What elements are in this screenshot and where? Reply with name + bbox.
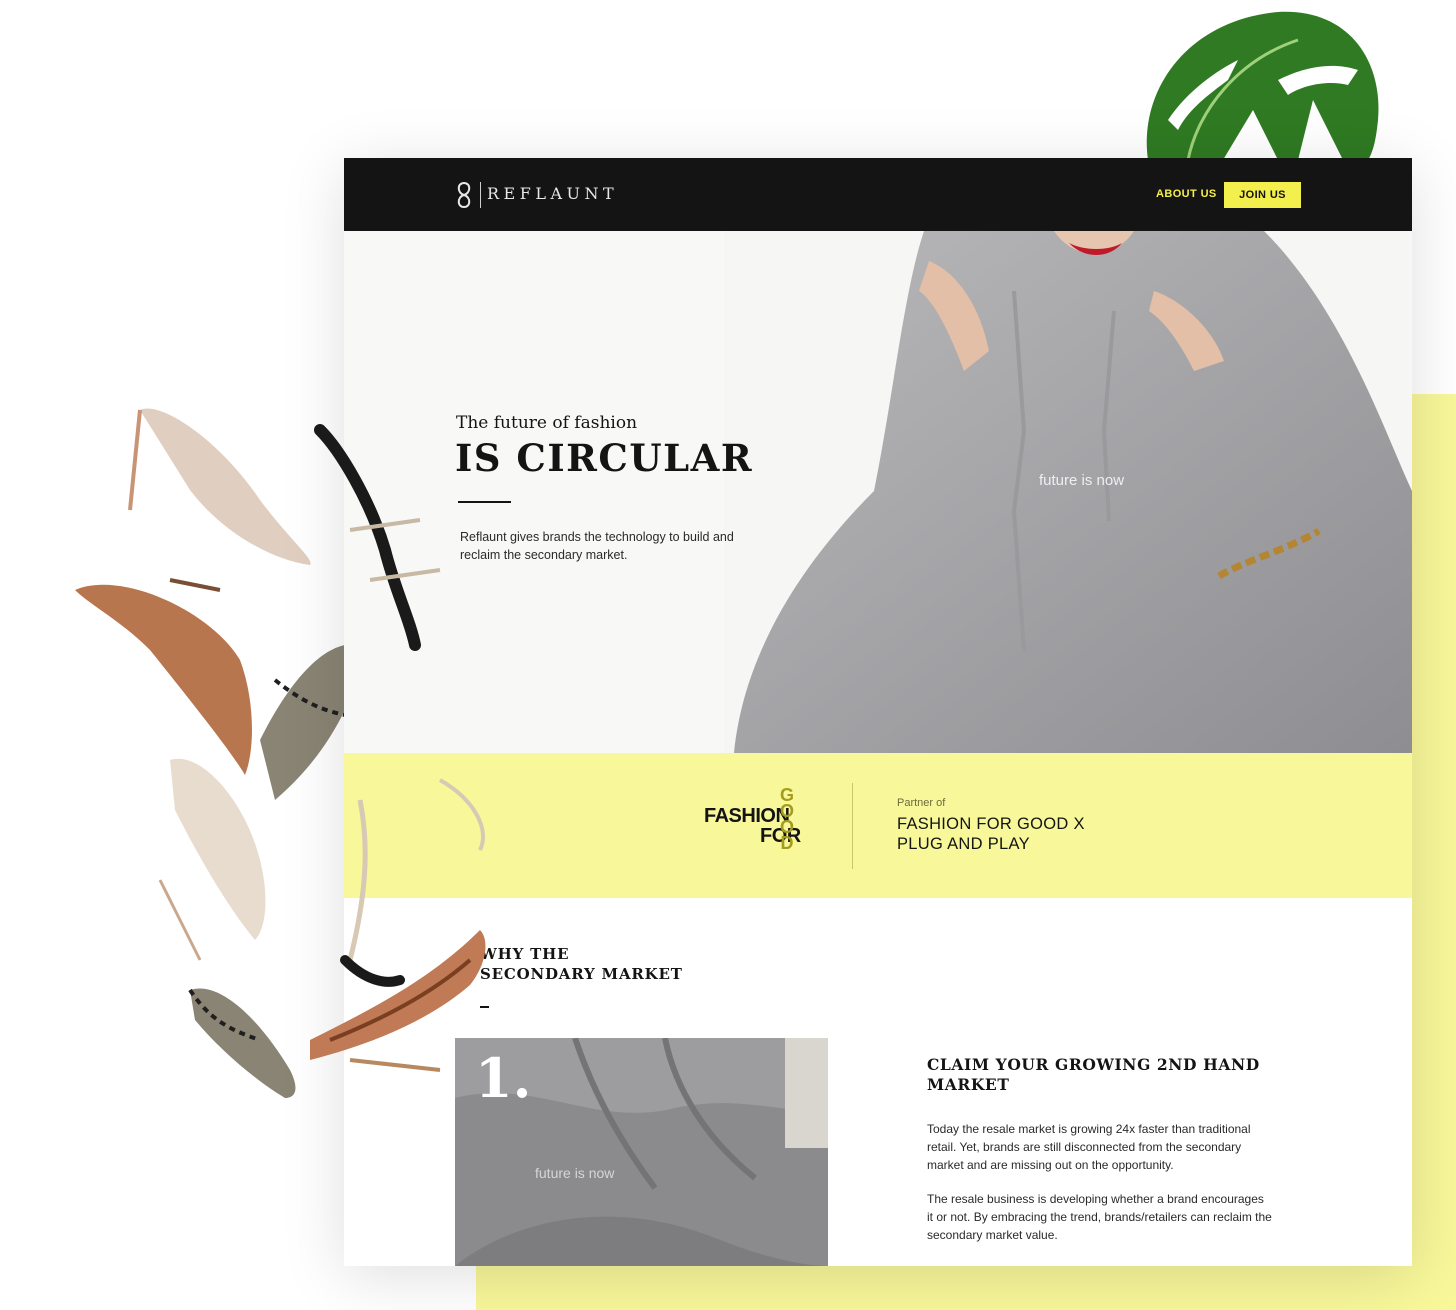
monstera-leaf-icon	[1146, 11, 1379, 161]
join-us-button[interactable]: JOIN US	[1224, 182, 1301, 208]
reflaunt-logo-icon[interactable]	[453, 181, 475, 209]
high-heel-shoe-icon	[75, 578, 252, 775]
logo-divider	[480, 182, 481, 208]
logo-text[interactable]: REFLAUNT	[487, 184, 618, 203]
partner-name-line-2: PLUG AND PLAY	[897, 835, 1030, 853]
card-paragraph-1: Today the resale market is growing 24x f…	[927, 1122, 1251, 1172]
high-heel-shoe-icon	[188, 988, 296, 1098]
partner-name-line-1: FASHION FOR GOOD X	[897, 815, 1085, 833]
card-heading: CLAIM YOUR GROWING 2ND HAND MARKET	[927, 1055, 1260, 1094]
partner-name: FASHION FOR GOOD X PLUG AND PLAY	[897, 814, 1137, 854]
card-paragraph-2: The resale business is developing whethe…	[927, 1192, 1272, 1242]
nav-about-us-link[interactable]: ABOUT US	[1156, 188, 1217, 200]
high-heel-shoe-icon	[310, 930, 486, 1072]
fashion-for-good-logo[interactable]: FASHION FOR GOOD	[704, 785, 814, 867]
high-heel-shoe-icon	[314, 424, 441, 651]
hero-hoodie-photo: future is now	[724, 231, 1412, 753]
high-heel-shoe-icon	[128, 408, 311, 565]
hoodie-print-text: future is now	[1039, 472, 1124, 489]
overlapping-shoes-decoration	[310, 424, 486, 1072]
high-heel-shoe-icon	[158, 758, 266, 961]
site-header: REFLAUNT ABOUT US JOIN US	[344, 158, 1412, 231]
fabric-print-text: future is now	[535, 1165, 615, 1181]
partner-label: Partner of	[897, 797, 946, 809]
logo-word-good: GOOD	[777, 785, 797, 849]
partner-divider	[852, 783, 853, 869]
